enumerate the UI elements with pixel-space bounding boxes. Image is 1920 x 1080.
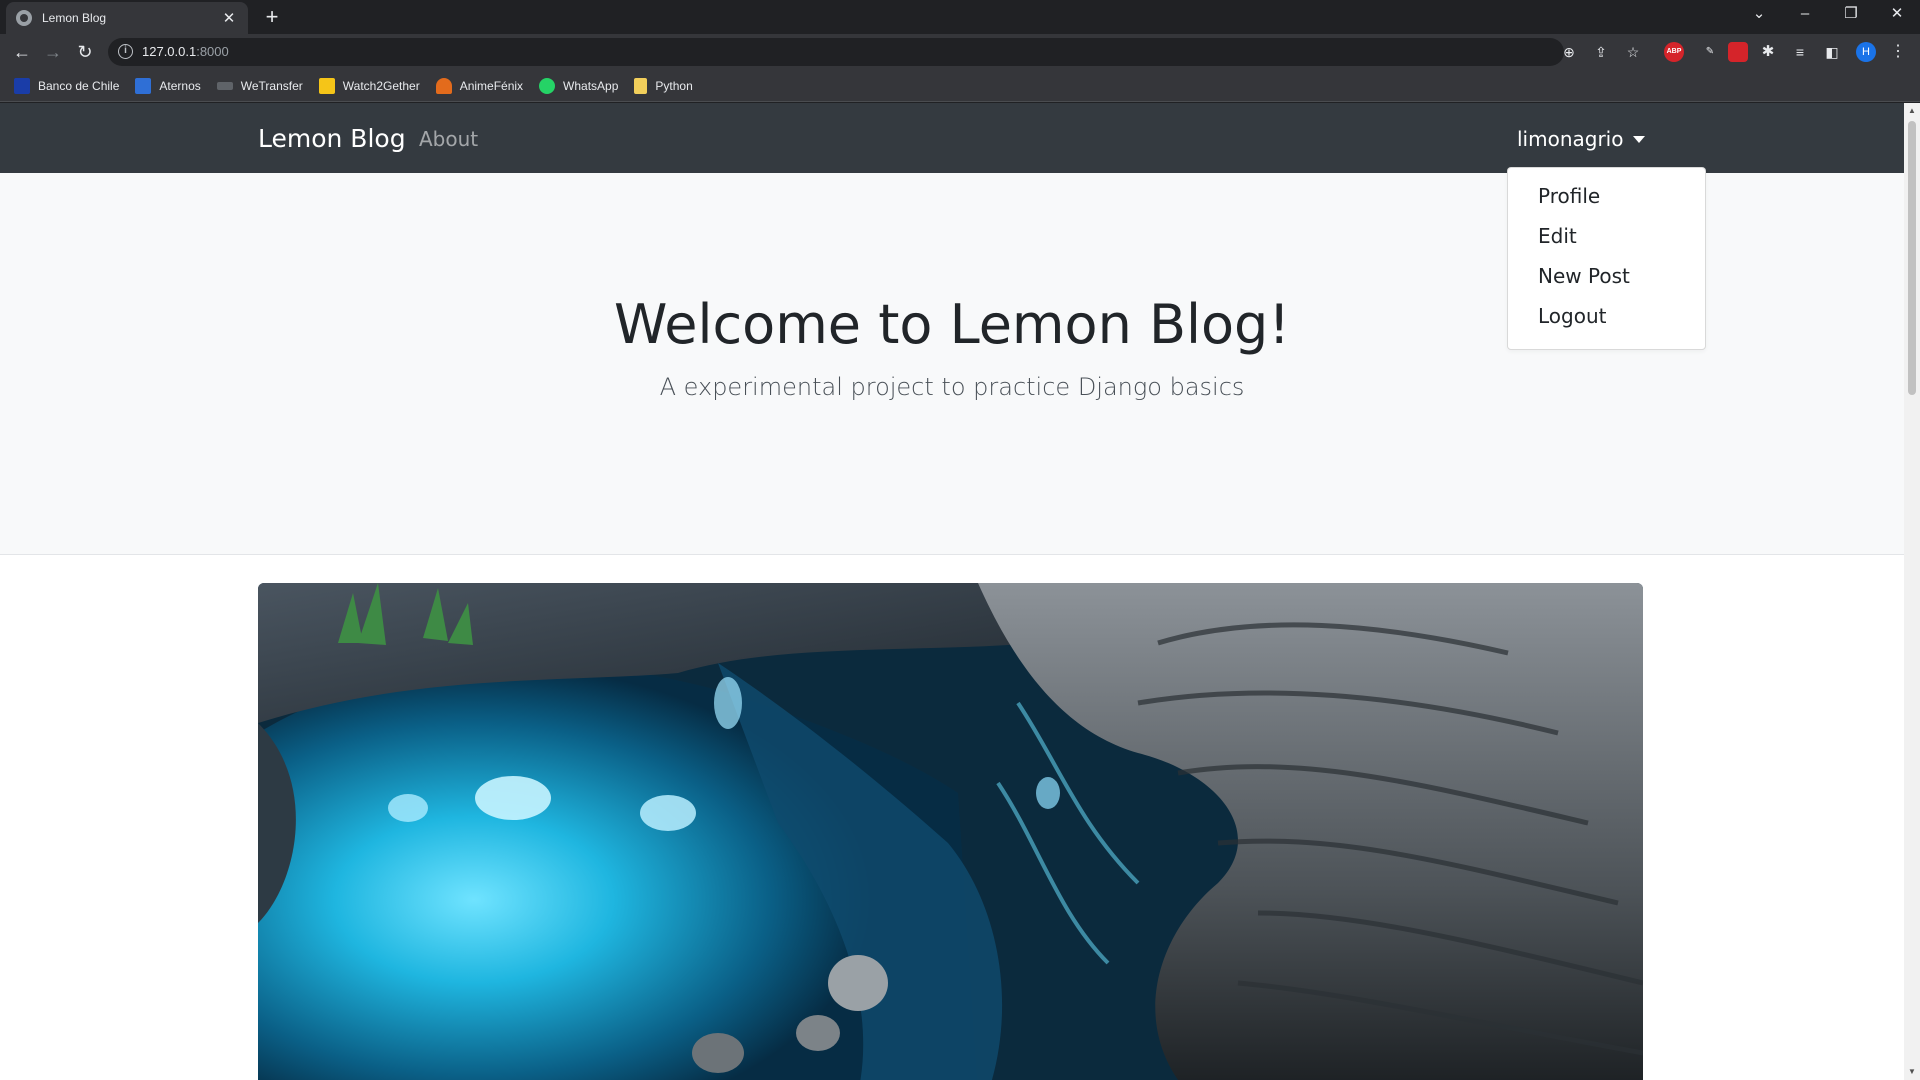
zoom-icon[interactable]: ⊕ [1560,44,1578,60]
watch2gether-icon [318,77,335,94]
bank-icon [14,77,30,94]
extension-pen-icon[interactable]: ✎ [1700,42,1720,62]
dropdown-item-profile[interactable]: Profile [1508,176,1705,216]
side-panel-icon[interactable]: ◧ [1822,42,1842,62]
scrollbar-thumb[interactable] [1908,121,1916,395]
adblock-icon[interactable]: ABP [1664,42,1684,62]
site-info-icon[interactable]: i [118,44,133,59]
share-icon[interactable]: ⇪ [1592,44,1610,60]
globe-icon [16,10,32,26]
bookmark-folder-python[interactable]: Python [634,77,693,94]
folder-icon [634,77,648,94]
forward-icon[interactable]: → [39,38,67,66]
reload-icon[interactable]: ↻ [71,38,99,66]
browser-tab[interactable]: Lemon Blog ✕ [6,2,248,34]
cave-pool-illustration [258,583,1643,1080]
minimize-icon[interactable]: – [1782,0,1828,30]
bookmark-aternos[interactable]: Aternos [135,77,201,94]
post-cover-image[interactable] [258,583,1643,1080]
restore-icon[interactable]: ❐ [1828,0,1874,30]
brand-link[interactable]: Lemon Blog [258,124,406,153]
wetransfer-icon [216,81,233,90]
tab-title: Lemon Blog [42,11,107,25]
whatsapp-icon [539,77,556,94]
bookmark-star-icon[interactable]: ☆ [1624,44,1642,60]
close-tab-icon[interactable]: ✕ [220,9,238,27]
new-tab-button[interactable]: + [258,4,286,32]
dropdown-item-edit[interactable]: Edit [1508,216,1705,256]
dropdown-item-new-post[interactable]: New Post [1508,256,1705,296]
url-text: 127.0.0.1:8000 [142,44,229,59]
page-scrollbar[interactable]: ▲ ▼ [1904,103,1920,1080]
extension-red-icon[interactable] [1728,42,1748,62]
profile-avatar[interactable]: H [1856,42,1876,62]
page-viewport: Lemon Blog About limonagrio Welcome to L… [0,103,1904,1080]
aternos-icon [135,77,152,94]
scroll-down-icon[interactable]: ▼ [1904,1064,1920,1080]
animefenix-icon [435,77,452,94]
user-dropdown-toggle[interactable]: limonagrio [1517,127,1646,151]
extensions-puzzle-icon[interactable]: ✱ [1758,42,1778,62]
back-icon[interactable]: ← [8,38,36,66]
site-navbar: Lemon Blog About limonagrio [0,103,1904,173]
dropdown-item-logout[interactable]: Logout [1508,296,1705,336]
scroll-up-icon[interactable]: ▲ [1904,103,1920,119]
menu-kebab-icon[interactable]: ⋮ [1888,42,1908,62]
bookmark-whatsapp[interactable]: WhatsApp [539,77,618,94]
tab-search-icon[interactable]: ⌄ [1736,0,1782,30]
bookmark-wetransfer[interactable]: WeTransfer [216,79,303,93]
bookmark-watch2gether[interactable]: Watch2Gether [318,77,420,94]
bookmark-banco-de-chile[interactable]: Banco de Chile [14,77,119,94]
nav-about-link[interactable]: About [419,127,478,151]
username-label: limonagrio [1517,127,1624,151]
hero-subtitle: A experimental project to practice Djang… [659,373,1245,401]
bookmark-animefenix[interactable]: AnimeFénix [435,77,523,94]
caret-down-icon [1633,135,1646,143]
browser-toolbar: ← → ↻ i 127.0.0.1:8000 ⊕ ⇪ ☆ ABP ✎ ✱ ≡ ◧… [0,34,1920,70]
close-window-icon[interactable]: ✕ [1874,0,1920,30]
bookmarks-bar: Banco de Chile Aternos WeTransfer Watch2… [0,70,1920,102]
tab-strip: Lemon Blog ✕ + ⌄ – ❐ ✕ [0,0,1920,34]
user-dropdown-menu: Profile Edit New Post Logout [1507,167,1706,350]
media-playlist-icon[interactable]: ≡ [1790,42,1810,62]
address-bar[interactable]: i 127.0.0.1:8000 ⊕ ⇪ ☆ [108,38,1639,66]
